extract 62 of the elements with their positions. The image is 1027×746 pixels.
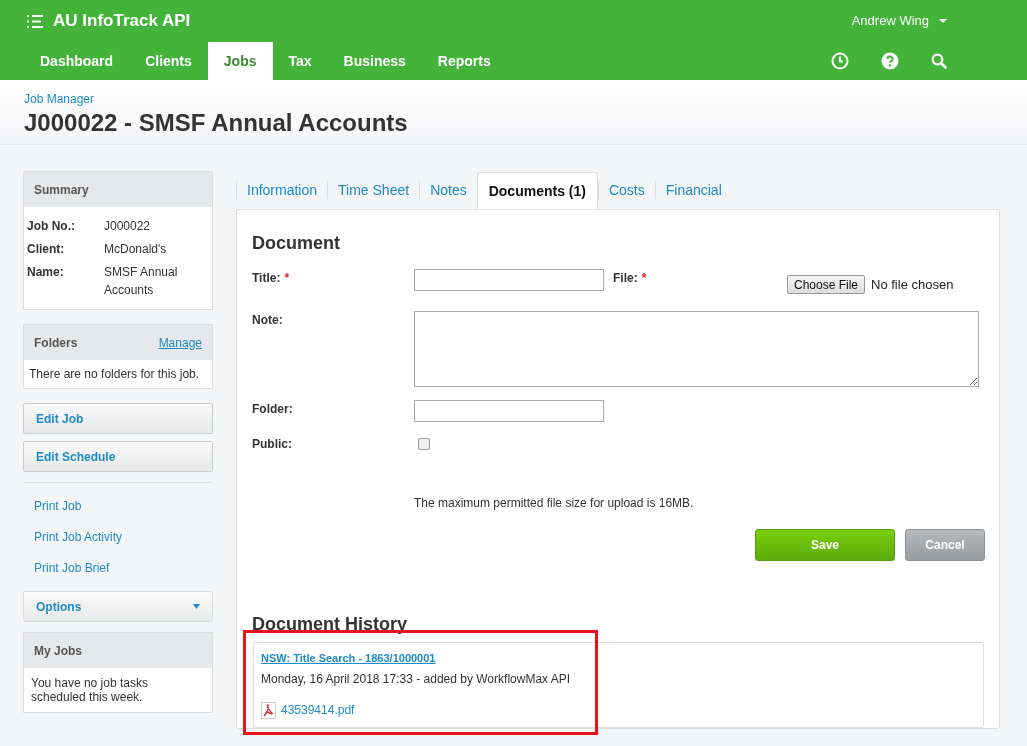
panel-title: Folders: [34, 334, 78, 352]
caret-icon: [193, 604, 200, 609]
field-label: Folder:: [252, 400, 294, 418]
summary-label: Name:: [27, 264, 65, 281]
size-note: The maximum permitted file size for upload is 16MB.: [414, 494, 695, 512]
panel-title: Summary: [34, 181, 89, 199]
panel-title: My Jobs: [34, 642, 82, 660]
field-label: Title: *: [252, 270, 291, 287]
pdf-file-link[interactable]: 43539414.pdf: [281, 701, 355, 719]
required-mark: *: [284, 271, 290, 285]
section-heading: Document History: [252, 612, 409, 636]
choose-file-button[interactable]: Choose File: [787, 275, 866, 295]
folder-input[interactable]: [414, 399, 604, 422]
field-label: Note:: [252, 311, 284, 329]
print-link[interactable]: Print Job Brief: [34, 559, 202, 577]
summary-value: SMSF Annual Accounts: [104, 264, 179, 299]
app-title: AU InfoTrack API: [53, 10, 191, 33]
print-link[interactable]: Print Job Activity: [34, 528, 202, 546]
required-mark: *: [641, 271, 647, 285]
sidebar-button[interactable]: Edit Schedule: [23, 441, 213, 472]
content-tab[interactable]: Notes: [419, 181, 477, 199]
user-menu[interactable]: Andrew Wing: [851, 11, 947, 31]
content-tab[interactable]: Costs: [597, 181, 655, 199]
my-jobs-text: You have no job tasks scheduled this week.: [30, 675, 149, 706]
nav-tab[interactable]: Business: [327, 42, 422, 80]
document-title-link[interactable]: NSW: Title Search - 1863/1000001: [261, 649, 976, 666]
breadcrumb-link[interactable]: Job Manager: [24, 90, 1003, 108]
options-dropdown[interactable]: Options: [23, 591, 213, 622]
page-title: J000022 - SMSF Annual Accounts: [24, 108, 409, 138]
manage-link[interactable]: Manage: [158, 333, 202, 352]
summary-value: J000022: [104, 218, 152, 235]
nav-tab[interactable]: Clients: [129, 42, 208, 80]
sidebar-button[interactable]: Edit Job: [23, 403, 213, 434]
content-tab[interactable]: Financial: [654, 181, 732, 199]
section-heading: Document: [252, 232, 341, 255]
summary-label: Job No.:: [27, 218, 76, 235]
summary-value: McDonald's: [104, 241, 168, 258]
folders-text: There are no folders for this job.: [28, 366, 201, 383]
cancel-button[interactable]: Cancel: [905, 528, 985, 561]
field-label: File: *: [613, 270, 648, 287]
list-icon[interactable]: [27, 14, 43, 28]
print-link[interactable]: Print Job: [34, 497, 202, 515]
nav-tab[interactable]: Dashboard: [24, 42, 130, 80]
nav-tab[interactable]: Tax: [272, 42, 328, 80]
summary-label: Client:: [27, 241, 66, 258]
nav-tab[interactable]: Jobs: [207, 42, 273, 80]
field-label: Public:: [252, 435, 293, 453]
nav-tab[interactable]: Reports: [421, 42, 507, 80]
save-button[interactable]: Save: [755, 528, 895, 561]
title-input[interactable]: [414, 269, 604, 291]
pdf-icon: [261, 701, 276, 719]
note-textarea[interactable]: [414, 310, 979, 387]
caret-icon: [939, 19, 947, 23]
content-tab[interactable]: Time Sheet: [327, 181, 420, 199]
content-tab[interactable]: Documents (1): [476, 172, 598, 210]
search-icon[interactable]: [931, 53, 947, 69]
clock-icon[interactable]: [831, 52, 849, 70]
content-tab[interactable]: Information: [236, 181, 328, 199]
public-checkbox[interactable]: [418, 437, 430, 450]
file-status: No file chosen: [871, 276, 954, 294]
help-icon[interactable]: [881, 52, 899, 70]
document-meta: Monday, 16 April 2018 17:33 - added by WorkflowMax API: [261, 671, 572, 688]
